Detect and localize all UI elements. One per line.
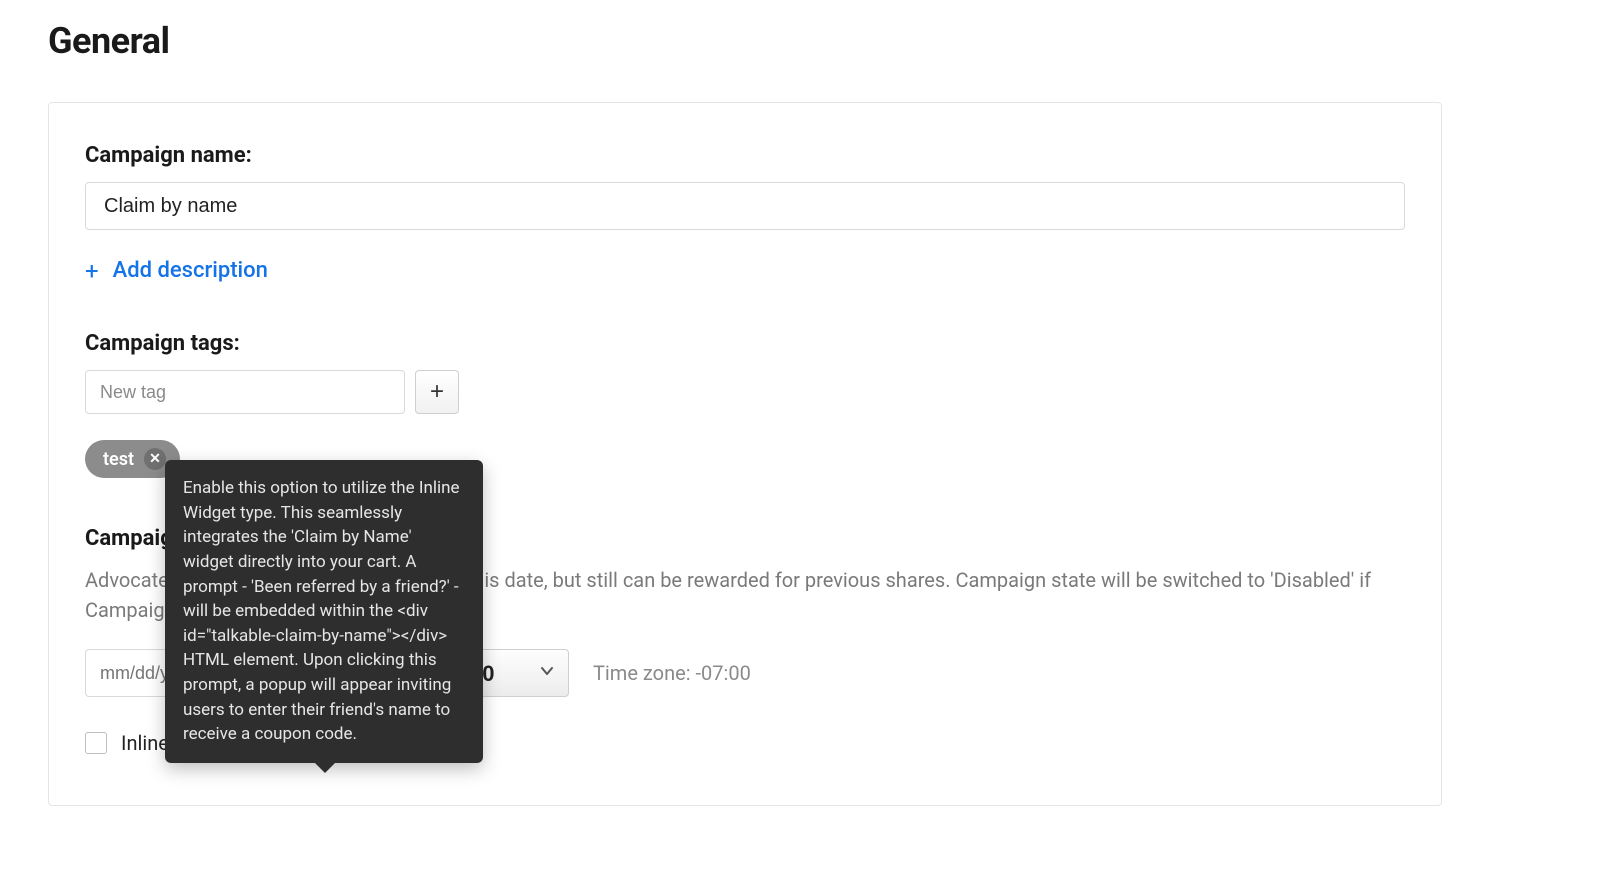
add-description-button[interactable]: + Add description	[85, 258, 268, 283]
inline-widget-tooltip: Enable this option to utilize the Inline…	[165, 460, 483, 763]
inline-widget-checkbox[interactable]	[85, 732, 107, 754]
tag-add-button[interactable]: +	[415, 370, 459, 414]
plus-icon: +	[85, 259, 99, 283]
campaign-tags-section: Campaign tags: + test ✕	[85, 331, 1405, 478]
tag-chip-label: test	[103, 449, 134, 470]
add-description-label: Add description	[113, 258, 268, 283]
campaign-name-input[interactable]	[85, 182, 1405, 230]
campaign-name-label: Campaign name:	[85, 143, 1405, 168]
campaign-tags-label: Campaign tags:	[85, 331, 1405, 356]
page-root: General Campaign name: + Add description…	[0, 0, 1490, 846]
tag-input[interactable]	[85, 370, 405, 414]
tag-remove-icon[interactable]: ✕	[144, 448, 166, 470]
plus-icon: +	[430, 378, 444, 406]
tag-input-row: +	[85, 370, 1405, 414]
timezone-label: Time zone: -07:00	[593, 661, 751, 685]
general-card: Campaign name: + Add description Campaig…	[48, 102, 1442, 806]
page-title: General	[48, 20, 1442, 62]
